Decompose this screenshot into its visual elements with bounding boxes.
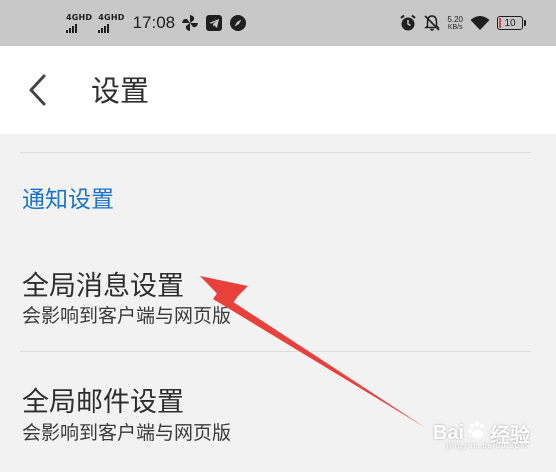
network-indicator-1: 4GHD: [66, 8, 92, 38]
battery-body: 10: [497, 16, 523, 30]
battery-icon: 10: [497, 16, 526, 30]
baidu-watermark: Bai 经验 jingyan.baidu.com: [433, 419, 530, 450]
network-speed: 5.20 KB/s: [447, 14, 463, 31]
watermark-sub: jingyan.baidu.com: [446, 441, 528, 450]
pinwheel-icon: [181, 14, 199, 32]
divider: [20, 152, 531, 153]
alarm-icon: [399, 14, 417, 32]
battery-fill: [499, 18, 501, 28]
wifi-icon: [469, 14, 491, 32]
setting-item-title: 全局邮件设置: [22, 387, 184, 418]
battery-level: 10: [504, 17, 516, 29]
setting-item-global-message[interactable]: 全局消息设置 会影响到客户端与网页版: [0, 234, 556, 344]
status-bar: 4GHD 4GHD 17:08 5.20 KB/s 10: [0, 0, 556, 46]
back-button[interactable]: [18, 70, 58, 110]
section-header-notification: 通知设置: [22, 187, 114, 213]
telegram-icon: [205, 14, 223, 32]
status-time: 17:08: [132, 13, 176, 32]
setting-item-subtitle: 会影响到客户端与网页版: [22, 305, 232, 327]
compass-icon: [229, 14, 247, 32]
network-speed-value: 5.20: [447, 14, 463, 24]
status-bar-left: 4GHD 4GHD 17:08: [66, 0, 247, 46]
setting-item-title: 全局消息设置: [22, 271, 184, 302]
app-bar: 设置: [0, 46, 556, 134]
setting-item-subtitle: 会影响到客户端与网页版: [22, 422, 232, 444]
network-type-label-2: 4GHD: [98, 12, 125, 22]
chevron-left-icon: [29, 74, 46, 106]
network-speed-unit: KB/s: [447, 23, 463, 31]
page-title: 设置: [91, 74, 150, 108]
signal-bars-icon: [98, 23, 124, 33]
status-bar-right: 5.20 KB/s 10: [399, 0, 526, 46]
network-type-label-1: 4GHD: [66, 12, 93, 22]
network-indicator-2: 4GHD: [98, 8, 124, 38]
setting-item-global-mail[interactable]: 全局邮件设置 会影响到客户端与网页版: [0, 352, 556, 472]
signal-bars-icon: [66, 23, 92, 33]
bell-muted-icon: [423, 14, 441, 32]
battery-cap: [524, 20, 526, 26]
